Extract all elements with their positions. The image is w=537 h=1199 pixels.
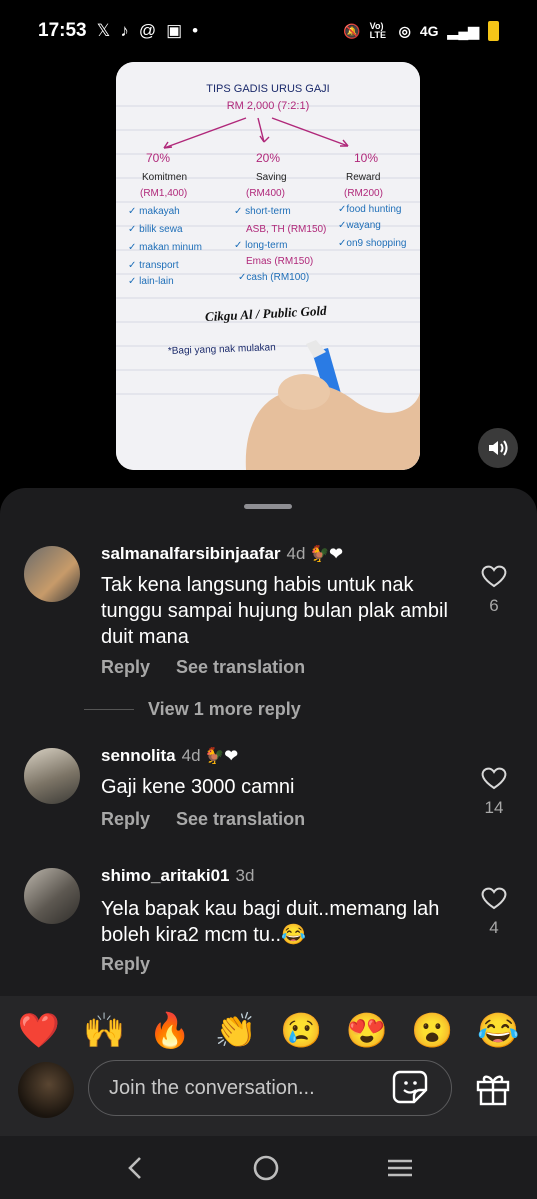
username[interactable]: shimo_aritaki01 xyxy=(101,866,230,885)
rooster-heart-badge: 🐓❤ xyxy=(204,748,238,765)
video-frame: TIPS GADIS URUS GAJI RM 2,000 (7:2:1) 70… xyxy=(116,62,420,470)
drag-handle[interactable] xyxy=(244,504,292,509)
col1-item: ✓ lain-lain xyxy=(128,276,174,287)
divider xyxy=(84,709,134,710)
hotspot-icon: ◎ xyxy=(398,22,411,39)
dot-icon: • xyxy=(192,21,199,40)
like-button[interactable]: 6 xyxy=(478,564,510,616)
shopping-bag-icon: ▣ xyxy=(166,21,183,40)
comment-composer: Join the conversation... xyxy=(0,1056,537,1136)
comment-text: Tak kena langsung habis untuk nak tunggu… xyxy=(101,574,448,648)
col2-pct: 20% xyxy=(256,151,280,165)
heart-icon xyxy=(481,767,507,790)
col2-item: ✓cash (RM100) xyxy=(238,272,309,283)
comment-age: 4d xyxy=(181,746,201,765)
col3-item: ✓on9 shopping xyxy=(338,238,406,249)
tiktok-icon: ♪ xyxy=(120,21,129,40)
col3-item: ✓food hunting xyxy=(338,204,401,215)
note-amount: RM 2,000 (7:2:1) xyxy=(227,100,310,112)
emoji-heart-button[interactable]: ❤️ xyxy=(18,1011,60,1051)
col2-item: ✓ long-term xyxy=(234,240,287,251)
see-translation-button[interactable]: See translation xyxy=(176,809,305,830)
threads-icon: @ xyxy=(138,21,157,40)
comment-input-placeholder: Join the conversation... xyxy=(109,1076,315,1099)
col1-item: ✓ makayah xyxy=(128,206,180,217)
col3-pct: 10% xyxy=(354,151,378,165)
video-player[interactable]: TIPS GADIS URUS GAJI RM 2,000 (7:2:1) 70… xyxy=(116,62,420,470)
col3-item: ✓wayang xyxy=(338,220,381,231)
emoji-surprised-button[interactable]: 😮 xyxy=(411,1011,453,1051)
col1-name: Komitmen xyxy=(142,172,187,183)
app-screen: 17:53 𝕏 ♪ @ ▣ • 🔕 Vo) LTE ◎ 4G ▂▄▆ TIPS … xyxy=(0,0,537,1199)
recents-icon[interactable] xyxy=(385,1156,415,1180)
like-count: 14 xyxy=(484,798,504,817)
avatar[interactable] xyxy=(24,748,80,804)
col2-item: ASB, TH (RM150) xyxy=(246,224,326,235)
emoji-heart-eyes-button[interactable]: 😍 xyxy=(346,1011,388,1051)
col1-pct: 70% xyxy=(146,151,170,165)
heart-icon xyxy=(481,887,507,910)
avatar[interactable] xyxy=(24,868,80,924)
like-count: 4 xyxy=(489,918,499,937)
emoji-clap-button[interactable]: 👏 xyxy=(215,1011,257,1051)
sound-toggle-button[interactable] xyxy=(478,428,518,468)
comment-text: Yela bapak kau bagi duit..memang lah bol… xyxy=(101,898,440,946)
status-time: 17:53 xyxy=(38,20,87,41)
col2-item: ✓ short-term xyxy=(234,206,291,217)
mute-icon: 🔕 xyxy=(343,22,361,39)
col3-amount: (RM200) xyxy=(344,188,383,199)
username[interactable]: sennolita xyxy=(101,746,176,765)
username[interactable]: salmanalfarsibinjaafar xyxy=(101,544,281,563)
see-translation-button[interactable]: See translation xyxy=(176,657,305,678)
signal-icon: ▂▄▆ xyxy=(447,22,479,39)
view-more-replies-label[interactable]: View 1 more reply xyxy=(148,699,301,720)
network-label: 4G xyxy=(419,23,439,39)
reply-button[interactable]: Reply xyxy=(101,809,150,830)
col1-item: ✓ transport xyxy=(128,260,179,271)
emoji-laughing-button[interactable]: 😂 xyxy=(477,1011,519,1051)
x-app-icon: 𝕏 xyxy=(96,21,111,40)
col3-name: Reward xyxy=(346,172,380,183)
view-more-replies-button[interactable]: View 1 more reply xyxy=(84,699,301,720)
reply-button[interactable]: Reply xyxy=(101,954,150,975)
back-icon[interactable] xyxy=(123,1154,147,1182)
like-count: 6 xyxy=(489,596,499,615)
comment-author[interactable]: sennolita 4d 🐓❤ xyxy=(101,746,238,766)
comment-author[interactable]: salmanalfarsibinjaafar 4d 🐓❤ xyxy=(101,544,343,564)
status-bar: 17:53 𝕏 ♪ @ ▣ • 🔕 Vo) LTE ◎ 4G ▂▄▆ xyxy=(0,0,537,62)
comment-age: 3d xyxy=(235,866,255,885)
avatar[interactable] xyxy=(24,546,80,602)
battery-icon xyxy=(488,21,499,41)
emoji-fire-button[interactable]: 🔥 xyxy=(149,1011,191,1051)
col2-item: Emas (RM150) xyxy=(246,256,313,267)
reply-button[interactable]: Reply xyxy=(101,657,150,678)
system-nav-bar xyxy=(0,1136,537,1199)
col1-item: ✓ bilik sewa xyxy=(128,224,183,235)
gift-icon[interactable] xyxy=(474,1070,512,1108)
comment-author[interactable]: shimo_aritaki01 3d xyxy=(101,866,254,886)
rooster-heart-badge: 🐓❤ xyxy=(309,546,343,563)
sticker-icon[interactable] xyxy=(392,1068,430,1106)
comment-age: 4d xyxy=(286,544,306,563)
volte-label: Vo) LTE xyxy=(369,21,386,40)
like-button[interactable]: 4 xyxy=(478,886,510,938)
emoji-crying-button[interactable]: 😢 xyxy=(280,1011,322,1051)
comment-text: Gaji kene 3000 camni xyxy=(101,776,295,798)
col1-item: ✓ makan minum xyxy=(128,242,202,253)
note-title: TIPS GADIS URUS GAJI xyxy=(206,83,329,95)
speaker-icon xyxy=(489,440,508,456)
col2-name: Saving xyxy=(256,172,287,183)
current-user-avatar xyxy=(18,1062,74,1118)
like-button[interactable]: 14 xyxy=(478,766,510,818)
col1-amount: (RM1,400) xyxy=(140,188,187,199)
emoji-raised-hands-button[interactable]: 🙌 xyxy=(83,1011,125,1051)
heart-icon xyxy=(481,565,507,588)
col2-amount: (RM400) xyxy=(246,188,285,199)
home-icon[interactable] xyxy=(252,1154,280,1182)
